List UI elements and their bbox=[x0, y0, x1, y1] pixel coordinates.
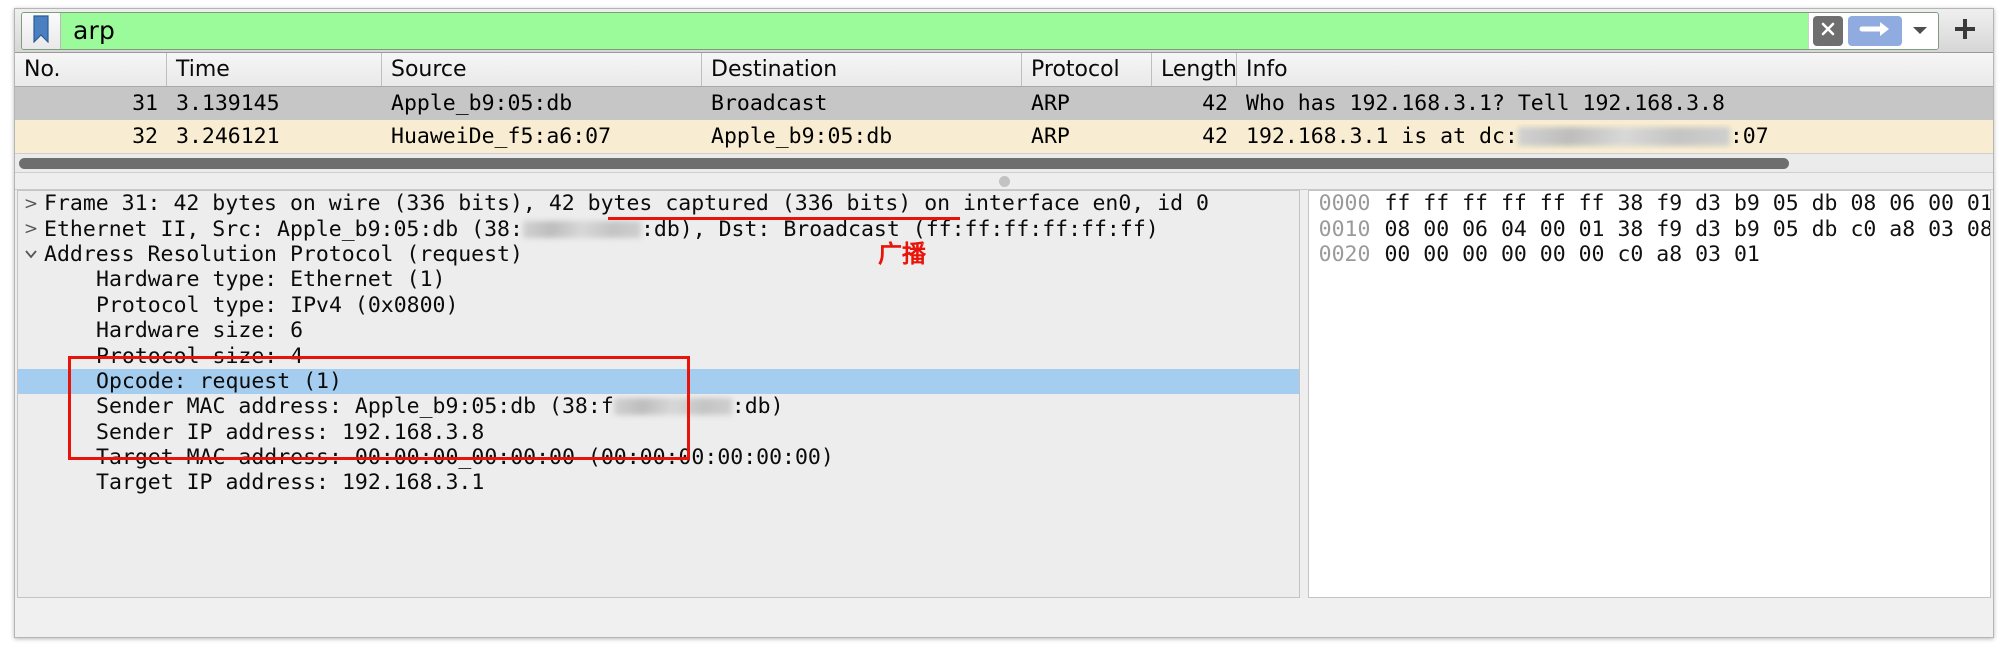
wireshark-window: arp No. Time Source Destination Protocol… bbox=[14, 8, 1994, 638]
packet-details-pane[interactable]: > Frame 31: 42 bytes on wire (336 bits),… bbox=[17, 190, 1300, 598]
tree-item-sender-mac[interactable]: Sender MAC address: Apple_b9:05:db (38:f… bbox=[18, 394, 1299, 419]
tree-item-label: Hardware size: 6 bbox=[96, 318, 304, 344]
cell-no: 31 bbox=[132, 91, 158, 116]
tree-item-protocol-type[interactable]: Protocol type: IPv4 (0x0800) bbox=[18, 293, 1299, 318]
cell-time: 3.139145 bbox=[176, 91, 280, 116]
chevron-down-icon[interactable] bbox=[18, 244, 44, 264]
plus-icon bbox=[1952, 16, 1978, 46]
chevron-down-icon bbox=[1911, 21, 1929, 40]
cell-info-text: Who has 192.168.3.1? Tell 192.168.3.8 bbox=[1246, 91, 1725, 116]
tree-item-label: Target IP address: 192.168.3.1 bbox=[96, 470, 485, 496]
cell-info-text: 192.168.3.1 is at dc: bbox=[1246, 124, 1518, 149]
pane-splitter[interactable] bbox=[15, 173, 1993, 190]
clear-filter-button[interactable] bbox=[1813, 15, 1843, 46]
annotation-underline-broadcast bbox=[608, 217, 960, 220]
cell-source: Apple_b9:05:db bbox=[391, 91, 573, 116]
tree-item-label-before: Sender MAC address: Apple_b9:05:db (38:f bbox=[96, 394, 614, 420]
apply-filter-button[interactable] bbox=[1848, 15, 1902, 46]
cell-info: 192.168.3.1 is at dc: :07 bbox=[1237, 124, 1993, 149]
chevron-right-icon[interactable]: > bbox=[18, 194, 44, 214]
tree-item-target-mac[interactable]: Target MAC address: 00:00:00_00:00:00 (0… bbox=[18, 445, 1299, 470]
hex-offset: 0010 bbox=[1318, 216, 1371, 242]
tree-item-label: Opcode: request (1) bbox=[96, 368, 342, 394]
hex-row: 0020 00 00 00 00 00 00 c0 a8 03 01 bbox=[1309, 242, 1990, 267]
display-filter-input[interactable]: arp bbox=[61, 12, 1808, 49]
cell-destination: Broadcast bbox=[711, 91, 828, 116]
cell-length: 42 bbox=[1202, 124, 1228, 149]
cell-length: 42 bbox=[1202, 91, 1228, 116]
column-header-destination[interactable]: Destination bbox=[702, 53, 1022, 86]
column-header-source[interactable]: Source bbox=[382, 53, 702, 86]
chevron-right-icon[interactable]: > bbox=[18, 219, 44, 239]
cell-info: Who has 192.168.3.1? Tell 192.168.3.8 bbox=[1237, 91, 1993, 116]
hex-row: 0010 08 00 06 04 00 01 38 f9 d3 b9 05 db… bbox=[1309, 216, 1991, 242]
tree-item-opcode[interactable]: Opcode: request (1) bbox=[18, 368, 1299, 395]
tree-item-label: Sender IP address: 192.168.3.8 bbox=[96, 419, 485, 445]
column-header-protocol[interactable]: Protocol bbox=[1022, 53, 1152, 86]
packet-list-header: No. Time Source Destination Protocol Len… bbox=[15, 53, 1993, 87]
cell-no: 32 bbox=[132, 124, 158, 149]
splitter-grip[interactable] bbox=[998, 175, 1010, 187]
hex-offset: 0000 bbox=[1318, 191, 1371, 217]
lower-panes: > Frame 31: 42 bytes on wire (336 bits),… bbox=[15, 190, 1993, 598]
tree-item-label: Protocol size: 4 bbox=[96, 343, 304, 369]
pane-vertical-separator[interactable] bbox=[1299, 190, 1308, 598]
tree-item-label: Frame 31: 42 bytes on wire (336 bits), 4… bbox=[44, 191, 1209, 217]
column-header-no[interactable]: No. bbox=[15, 53, 167, 86]
tree-item-label-before: Ethernet II, Src: Apple_b9:05:db (38: bbox=[44, 216, 523, 242]
hex-row: 0000 ff ff ff ff ff ff 38 f9 d3 b9 05 db… bbox=[1309, 191, 1990, 216]
packet-bytes-pane[interactable]: 0000 ff ff ff ff ff ff 38 f9 d3 b9 05 db… bbox=[1307, 190, 1991, 598]
tree-item-label: Target MAC address: 00:00:00_00:00:00 (0… bbox=[96, 445, 834, 471]
cell-destination: Apple_b9:05:db bbox=[711, 124, 893, 149]
packet-list-horizontal-scrollbar[interactable] bbox=[15, 153, 1993, 173]
redacted-mac-blur bbox=[1517, 127, 1730, 146]
redacted-mac-blur bbox=[613, 398, 732, 416]
tree-item-ethernet[interactable]: > Ethernet II, Src: Apple_b9:05:db (38::… bbox=[18, 216, 1299, 242]
tree-item-sender-ip[interactable]: Sender IP address: 192.168.3.8 bbox=[18, 420, 1299, 445]
arrow-right-icon bbox=[1858, 20, 1892, 42]
cell-source: HuaweiDe_f5:a6:07 bbox=[391, 124, 612, 149]
cell-protocol: ARP bbox=[1031, 124, 1070, 149]
cell-info-text-suffix: :07 bbox=[1729, 124, 1769, 149]
display-filter-input-wrapper[interactable]: arp bbox=[21, 11, 1939, 50]
tree-item-protocol-size[interactable]: Protocol size: 4 bbox=[18, 343, 1299, 369]
filter-history-dropdown-button[interactable] bbox=[1907, 15, 1933, 46]
bookmark-icon bbox=[31, 14, 51, 47]
display-filter-toolbar: arp bbox=[15, 9, 1993, 53]
tree-item-label: Hardware type: Ethernet (1) bbox=[96, 267, 446, 293]
tree-item-frame[interactable]: > Frame 31: 42 bytes on wire (336 bits),… bbox=[18, 191, 1299, 216]
tree-item-target-ip[interactable]: Target IP address: 192.168.3.1 bbox=[18, 470, 1299, 495]
close-x-icon bbox=[1818, 19, 1838, 43]
filter-bookmark-button[interactable] bbox=[22, 12, 61, 49]
tree-item-arp[interactable]: Address Resolution Protocol (request) bbox=[18, 242, 1299, 267]
column-header-length[interactable]: Length bbox=[1152, 53, 1237, 86]
annotation-label-broadcast: 广播 bbox=[878, 240, 926, 268]
filter-action-buttons bbox=[1808, 12, 1938, 49]
column-header-info[interactable]: Info bbox=[1237, 53, 1993, 86]
tree-item-hardware-size[interactable]: Hardware size: 6 bbox=[18, 318, 1299, 343]
table-row[interactable]: 32 3.246121 HuaweiDe_f5:a6:07 Apple_b9:0… bbox=[15, 120, 1993, 153]
column-header-time[interactable]: Time bbox=[167, 53, 382, 86]
cell-time: 3.246121 bbox=[176, 124, 280, 149]
scrollbar-thumb[interactable] bbox=[19, 157, 1789, 169]
table-row[interactable]: 31 3.139145 Apple_b9:05:db Broadcast ARP… bbox=[15, 87, 1993, 120]
redacted-mac-blur bbox=[522, 220, 641, 238]
hex-bytes: 08 00 06 04 00 01 38 f9 d3 b9 05 db c0 a… bbox=[1384, 216, 1991, 242]
hex-bytes: ff ff ff ff ff ff 38 f9 d3 b9 05 db 08 0… bbox=[1384, 191, 1991, 217]
tree-item-hardware-type[interactable]: Hardware type: Ethernet (1) bbox=[18, 267, 1299, 292]
tree-item-label: Protocol type: IPv4 (0x0800) bbox=[96, 292, 459, 318]
tree-item-label: Address Resolution Protocol (request) bbox=[44, 241, 523, 267]
tree-item-label-after: :db) bbox=[731, 394, 784, 420]
add-filter-button-button[interactable] bbox=[1943, 13, 1987, 49]
hex-offset: 0020 bbox=[1318, 241, 1371, 267]
cell-protocol: ARP bbox=[1031, 91, 1070, 116]
packet-list-pane[interactable]: No. Time Source Destination Protocol Len… bbox=[15, 53, 1993, 153]
hex-bytes: 00 00 00 00 00 00 c0 a8 03 01 bbox=[1384, 241, 1760, 267]
